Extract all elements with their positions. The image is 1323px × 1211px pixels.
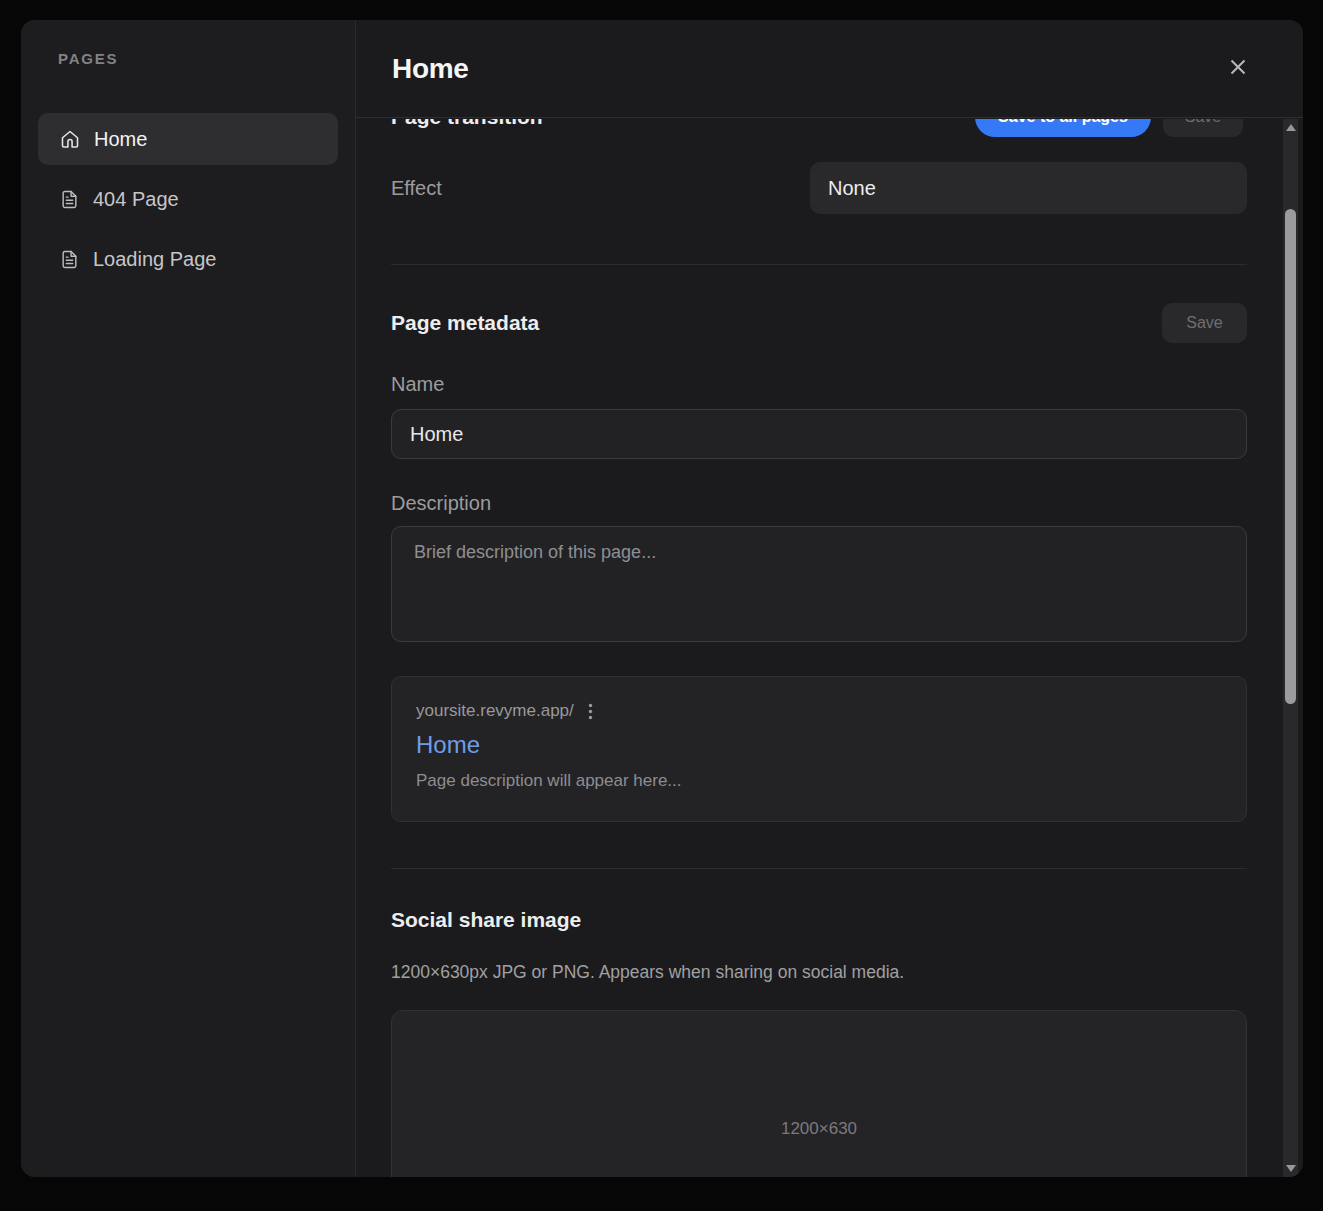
scroll-up-arrow-icon[interactable] bbox=[1286, 124, 1296, 131]
save-to-all-pages-button[interactable]: Save to all pages bbox=[975, 119, 1151, 137]
scrollbar[interactable] bbox=[1283, 119, 1298, 1177]
document-icon bbox=[60, 190, 79, 209]
social-image-placeholder: 1200×630 bbox=[781, 1119, 857, 1139]
search-preview-card: yoursite.revyme.app/ Home Page descripti… bbox=[391, 676, 1247, 822]
kebab-menu-icon bbox=[588, 703, 593, 720]
document-icon bbox=[60, 250, 79, 269]
description-label: Description bbox=[391, 492, 1247, 515]
page-transition-section-header: Page transition Save to all pages Save bbox=[391, 119, 1247, 137]
scroll-down-arrow-icon[interactable] bbox=[1286, 1165, 1296, 1172]
metadata-save-button[interactable]: Save bbox=[1162, 303, 1247, 343]
settings-content: Page transition Save to all pages Save E… bbox=[356, 119, 1303, 1177]
name-label: Name bbox=[391, 373, 1247, 396]
home-icon bbox=[60, 129, 80, 149]
sidebar-item-label: Loading Page bbox=[93, 248, 216, 271]
sidebar-item-404-page[interactable]: 404 Page bbox=[38, 173, 338, 225]
effect-row: Effect None bbox=[391, 162, 1247, 214]
effect-label: Effect bbox=[391, 177, 442, 200]
sidebar-title: PAGES bbox=[58, 50, 338, 67]
pages-sidebar: PAGES Home 404 Page Loading Page bbox=[21, 20, 356, 1177]
page-metadata-heading: Page metadata bbox=[391, 311, 539, 335]
social-share-caption: 1200×630px JPG or PNG. Appears when shar… bbox=[391, 962, 1247, 983]
page-metadata-section-header: Page metadata Save bbox=[391, 303, 1247, 343]
close-icon bbox=[1227, 56, 1249, 81]
social-share-heading: Social share image bbox=[391, 908, 1247, 932]
close-button[interactable] bbox=[1227, 56, 1249, 81]
panel-header: Home bbox=[356, 20, 1303, 118]
settings-scroll-area[interactable]: Page transition Save to all pages Save E… bbox=[356, 119, 1303, 1177]
page-settings-modal: PAGES Home 404 Page Loading Page Home Page… bbox=[21, 20, 1303, 1177]
preview-title-link[interactable]: Home bbox=[416, 731, 1222, 759]
scrollbar-thumb[interactable] bbox=[1285, 209, 1296, 704]
pages-nav: Home 404 Page Loading Page bbox=[38, 113, 338, 285]
section-divider bbox=[391, 868, 1247, 869]
social-image-dropzone[interactable]: 1200×630 bbox=[391, 1010, 1247, 1177]
settings-panel: Home Page transition Save to all pages S… bbox=[356, 20, 1303, 1177]
panel-title: Home bbox=[392, 53, 469, 85]
sidebar-item-label: 404 Page bbox=[93, 188, 179, 211]
name-input[interactable] bbox=[391, 409, 1247, 459]
sidebar-item-label: Home bbox=[94, 128, 147, 151]
preview-url: yoursite.revyme.app/ bbox=[416, 701, 574, 721]
preview-description: Page description will appear here... bbox=[416, 771, 1222, 791]
description-textarea[interactable] bbox=[391, 526, 1247, 642]
sidebar-item-loading-page[interactable]: Loading Page bbox=[38, 233, 338, 285]
transition-save-button[interactable]: Save bbox=[1163, 119, 1243, 137]
section-divider bbox=[391, 264, 1247, 265]
sidebar-item-home[interactable]: Home bbox=[38, 113, 338, 165]
effect-select[interactable]: None bbox=[810, 162, 1247, 214]
page-transition-heading: Page transition bbox=[391, 119, 543, 129]
